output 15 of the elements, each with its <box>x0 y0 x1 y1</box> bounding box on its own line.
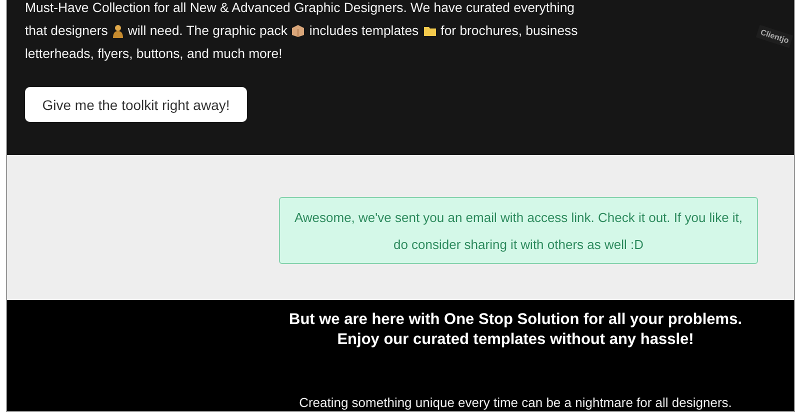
promo-heading: Enjoy our curated templates without any hassle! <box>337 330 694 350</box>
intro-text: letterheads, flyers, buttons, and much more! <box>25 46 282 61</box>
promo-text: Creating something unique every time can be a nightmare for all designers. <box>299 395 732 410</box>
folder-icon <box>422 24 437 36</box>
intro-text: for brochures, business <box>440 23 578 38</box>
alert-text: do consider sharing it with others as well :D <box>393 236 644 254</box>
intro-text: Must-Have Collection for all New & Advanced Graphic Designers. We have curated everything <box>25 0 574 15</box>
intro-text: includes templates <box>309 23 419 38</box>
toolkit-button[interactable]: Give me the toolkit right away! <box>25 87 247 122</box>
box-icon <box>291 24 306 38</box>
person-icon <box>112 24 124 38</box>
intro-text: that designers <box>25 23 108 38</box>
intro-text: will need. The graphic pack <box>128 23 288 38</box>
alert-text: Awesome, we've sent you an email with access link. Check it out. If you like it, <box>294 208 743 227</box>
promo-heading: But we are here with One Stop Solution for all your problems. <box>289 310 742 330</box>
